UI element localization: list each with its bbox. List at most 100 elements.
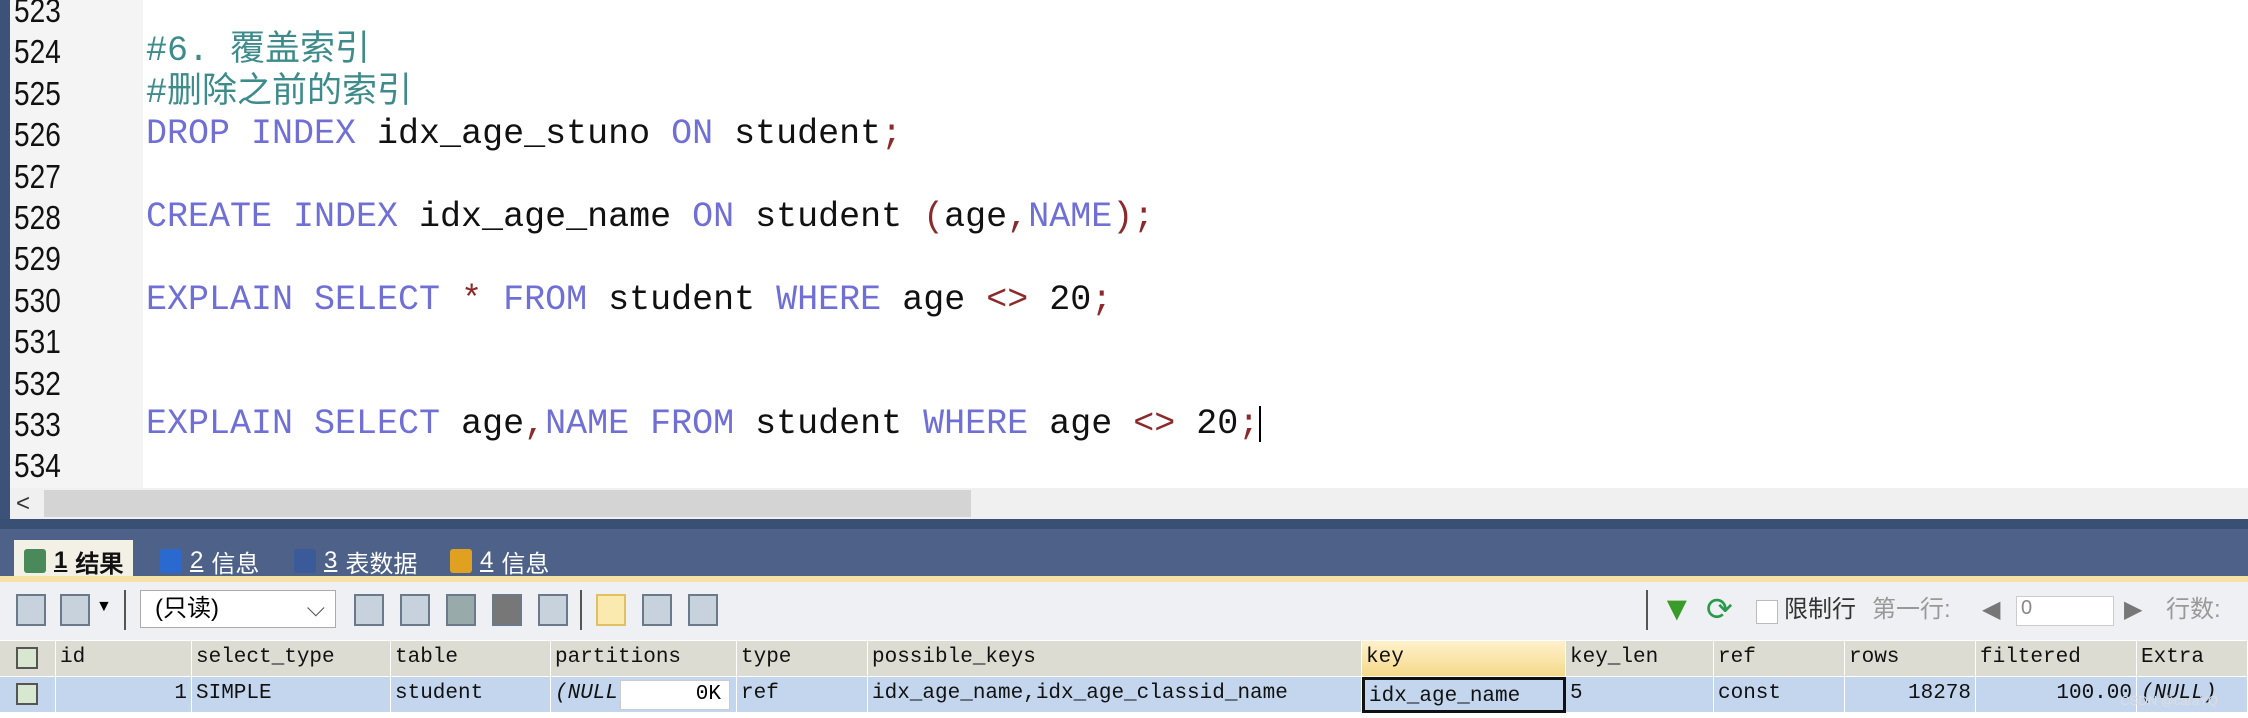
cell-key-len[interactable]: 5: [1566, 677, 1714, 713]
sql-identifier: student: [734, 404, 924, 444]
info2-icon: [450, 549, 472, 573]
form-view-icon[interactable]: [642, 594, 672, 626]
sql-comment: #删除之前的索引: [146, 72, 413, 113]
result-toolbar: ▼ (只读) ⌵ ▼ ⟳ 限制行 第一行: ◀ 0 ▶ 行数:: [0, 582, 2248, 640]
sql-identifier: [629, 404, 650, 444]
divider: [124, 590, 126, 630]
column-header-partitions[interactable]: partitions: [551, 641, 737, 677]
table-data-icon: [294, 549, 316, 573]
column-header-type[interactable]: type: [737, 641, 868, 677]
sql-keyword: DROP INDEX: [146, 114, 357, 155]
mode-select[interactable]: (只读) ⌵: [140, 590, 336, 628]
sql-identifier: [482, 280, 503, 320]
sql-keyword: WHERE: [923, 404, 1029, 444]
tab-label: 表数据: [345, 550, 418, 578]
select-all-checkbox[interactable]: [16, 647, 38, 669]
row-selector[interactable]: [0, 677, 56, 713]
row-checkbox[interactable]: [16, 683, 38, 705]
tab-shortcut-number: 3: [324, 547, 338, 574]
code-text: EXPLAIN SELECT age,NAME FROM student WHE…: [146, 404, 1262, 445]
column-header-extra[interactable]: Extra: [2137, 641, 2248, 677]
code-text: #删除之前的索引: [146, 73, 412, 114]
cell-rows[interactable]: 18278: [1845, 677, 1976, 713]
cell-ref[interactable]: const: [1714, 677, 1845, 713]
prev-page-icon[interactable]: ◀: [1982, 592, 2000, 628]
tab-shortcut-number: 1: [54, 547, 68, 574]
row-count-label: 行数:: [2166, 596, 2221, 623]
sql-operator: ,: [524, 404, 546, 444]
save-icon[interactable]: [446, 594, 476, 626]
line-number: 529: [14, 240, 61, 278]
cell-table[interactable]: student: [391, 677, 551, 713]
sql-keyword: ON: [671, 114, 714, 155]
delete-icon[interactable]: [492, 594, 522, 626]
result-icon: [24, 549, 46, 573]
sql-keyword: WHERE: [776, 279, 882, 320]
tab-shortcut-number: 4: [480, 547, 494, 574]
line-number: 533: [14, 406, 61, 443]
code-text: EXPLAIN SELECT * FROM student WHERE age …: [146, 280, 1112, 321]
cell-type[interactable]: ref: [737, 677, 868, 713]
add-row-icon[interactable]: [354, 594, 384, 626]
column-header-select-type[interactable]: select_type: [192, 641, 391, 677]
sql-operator: ;: [1238, 404, 1260, 444]
first-row-input[interactable]: 0: [2016, 596, 2114, 626]
column-header-key-len[interactable]: key_len: [1566, 641, 1714, 677]
line-number: 526: [14, 116, 61, 154]
column-header-table[interactable]: table: [391, 641, 551, 677]
next-page-icon[interactable]: ▶: [2124, 592, 2142, 628]
cell-key[interactable]: idx_age_name: [1362, 677, 1566, 713]
sql-identifier: age: [944, 197, 1008, 237]
code-text: #6. 覆盖索引: [146, 31, 370, 72]
dropdown-arrow-icon[interactable]: ▼: [96, 598, 112, 616]
column-header-ref[interactable]: ref: [1714, 641, 1845, 677]
limit-rows-checkbox[interactable]: [1756, 600, 1778, 624]
line-number: 531: [14, 323, 61, 361]
first-row-label: 第一行:: [1872, 596, 1951, 623]
column-header-key[interactable]: key: [1362, 641, 1566, 677]
column-header-possible-keys[interactable]: possible_keys: [868, 641, 1362, 677]
column-header-id[interactable]: id: [56, 641, 192, 677]
line-number: 525: [14, 74, 61, 112]
sql-identifier: student: [734, 197, 924, 237]
mode-select-value: (只读): [155, 595, 219, 622]
sql-keyword: NAME: [545, 404, 630, 444]
line-number: 528: [14, 199, 61, 236]
line-number: 534: [14, 447, 61, 485]
tab-label: 信息: [501, 550, 550, 578]
import-dropdown-icon[interactable]: [60, 594, 90, 626]
sql-operator: <>: [1133, 404, 1176, 444]
sql-identifier: age: [881, 279, 987, 320]
sql-identifier: student: [713, 114, 882, 155]
partitions-edit-box[interactable]: 0K: [620, 680, 730, 710]
sql-keyword: NAME: [1028, 197, 1113, 237]
refresh-icon[interactable]: ⟳: [1706, 590, 1733, 628]
line-number: 532: [14, 364, 61, 402]
cancel-icon[interactable]: [538, 594, 568, 626]
cell-filtered[interactable]: 100.00: [1976, 677, 2137, 713]
cell-select-type[interactable]: SIMPLE: [192, 677, 391, 713]
sql-editor[interactable]: 523 524 #6. 覆盖索引 525 #删除之前的索引 526 DROP INDEX i…: [0, 0, 2248, 488]
sql-keyword: FROM: [503, 279, 588, 320]
code-text: DROP INDEX idx_age_stuno ON student;: [146, 114, 902, 155]
text-view-icon[interactable]: [688, 594, 718, 626]
horizontal-scrollbar[interactable]: <: [0, 488, 2248, 519]
filter-icon[interactable]: ▼: [1660, 590, 1694, 629]
line-number: 530: [14, 281, 61, 319]
select-all-header[interactable]: [0, 641, 56, 677]
scrollbar-thumb[interactable]: [44, 490, 971, 517]
grid-view-icon[interactable]: [596, 594, 626, 626]
column-header-rows[interactable]: rows: [1845, 641, 1976, 677]
scroll-left-icon[interactable]: <: [16, 490, 30, 518]
sql-identifier: idx_age_name: [398, 197, 693, 237]
sql-identifier: age: [1028, 404, 1134, 444]
sql-identifier: 20: [1175, 404, 1239, 444]
column-header-filtered[interactable]: filtered: [1976, 641, 2137, 677]
line-number: 524: [14, 33, 61, 71]
sql-identifier: [440, 280, 461, 320]
export-icon[interactable]: [16, 594, 46, 626]
duplicate-row-icon[interactable]: [400, 594, 430, 626]
cell-possible-keys[interactable]: idx_age_name,idx_age_classid_name: [868, 677, 1362, 713]
cell-id[interactable]: 1: [56, 677, 192, 713]
code-text: CREATE INDEX idx_age_name ON student (ag…: [146, 197, 1154, 238]
